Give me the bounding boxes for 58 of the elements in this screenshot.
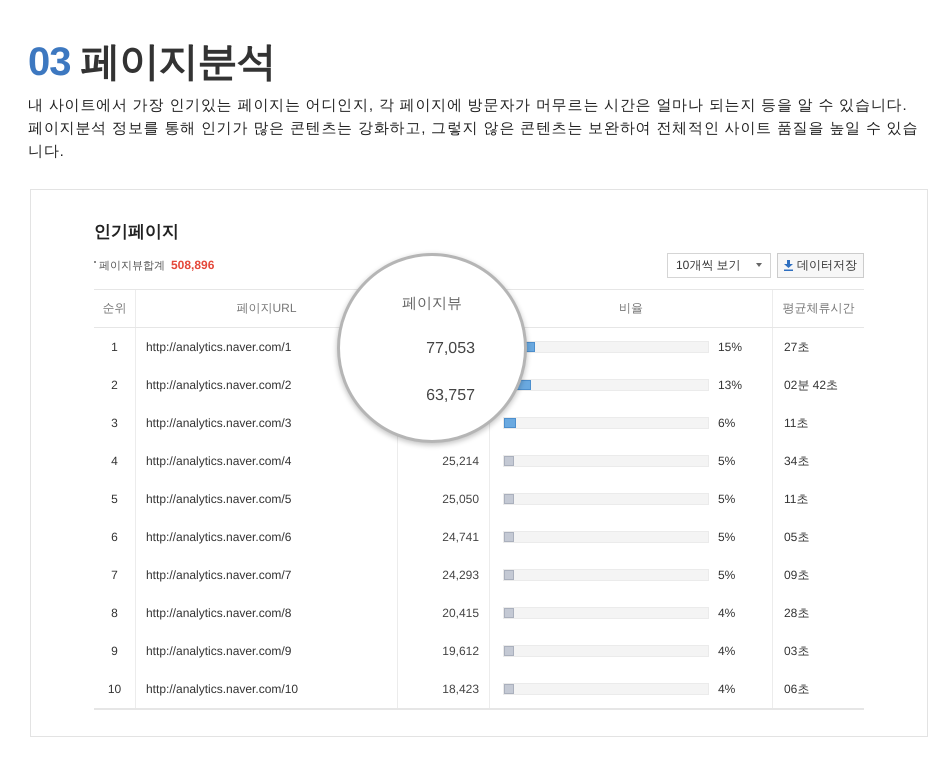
section-title: 페이지분석 bbox=[80, 39, 276, 86]
magnified-value: 77,053 bbox=[426, 340, 475, 358]
ratio-text: 5% bbox=[718, 454, 736, 468]
rank-cell: 4 bbox=[94, 442, 136, 480]
total-label: 페이지뷰합계 bbox=[99, 258, 165, 272]
ratio-text: 4% bbox=[718, 606, 736, 620]
time-cell-text: 09초 bbox=[783, 566, 810, 584]
time-cell-text: 03초 bbox=[783, 642, 810, 660]
url-cell: http://analytics.naver.com/7 bbox=[136, 556, 398, 594]
magnified-header: 페이지뷰 bbox=[401, 294, 463, 313]
section-description: 내 사이트에서 가장 인기있는 페이지는 어디인지, 각 페이지에 방문자가 머무르는 시간은 얼마나 되는지 등을 알 수 있습니다. 페이지분석 정보를 통해 인기가 많은 콘텐츠는 강화하고, 그렇지 않은 콘텐츠는 보완하여 전체적인 사이트 품질을 높일 수 있습니다. bbox=[28, 96, 920, 162]
column-header: 평균체류시간 bbox=[782, 300, 856, 317]
ratio-text: 5% bbox=[718, 492, 736, 506]
url-cell: http://analytics.naver.com/6 bbox=[136, 518, 398, 556]
save-data-button[interactable]: 데이터저장 bbox=[777, 252, 864, 278]
pageviews-cell: 24,293 bbox=[398, 556, 490, 594]
rank-cell: 10 bbox=[94, 670, 136, 708]
time-cell-text: 02분 42초 bbox=[783, 376, 840, 394]
rank-cell: 3 bbox=[94, 404, 136, 442]
total-value: 508,896 bbox=[171, 258, 214, 272]
pageviews-cell: 19,612 bbox=[398, 632, 490, 670]
url-cell: http://analytics.naver.com/4 bbox=[136, 442, 398, 480]
time-cell-text: 28초 bbox=[783, 604, 810, 622]
magnified-value: 63,757 bbox=[426, 387, 475, 405]
url-cell: http://analytics.naver.com/5 bbox=[136, 480, 398, 518]
url-cell: http://analytics.naver.com/10 bbox=[136, 670, 398, 708]
ratio-text: 6% bbox=[718, 416, 736, 430]
rank-cell: 9 bbox=[94, 632, 136, 670]
rank-cell: 1 bbox=[94, 328, 136, 366]
time-cell-text: 34초 bbox=[783, 452, 810, 470]
section-number: 03 bbox=[28, 39, 70, 86]
url-cell: http://analytics.naver.com/8 bbox=[136, 594, 398, 632]
time-cell-text: 27초 bbox=[783, 338, 810, 356]
column-header: 순위 bbox=[94, 290, 136, 327]
ratio-text: 13% bbox=[718, 378, 742, 392]
ratio-text: 5% bbox=[718, 530, 736, 544]
ratio-text: 4% bbox=[718, 682, 736, 696]
pageviews-cell: 18,423 bbox=[398, 670, 490, 708]
ratio-text: 4% bbox=[718, 644, 736, 658]
caret-icon bbox=[756, 263, 762, 267]
time-cell-text: 11초 bbox=[783, 414, 810, 432]
ratio-text: 15% bbox=[718, 340, 742, 354]
time-cell-text: 06초 bbox=[783, 680, 810, 698]
page-size-select[interactable]: 10개씩 보기 bbox=[667, 252, 771, 278]
pageviews-cell: 20,415 bbox=[398, 594, 490, 632]
time-cell-text: 05초 bbox=[783, 528, 810, 546]
pageviews-cell: 25,050 bbox=[398, 480, 490, 518]
url-cell: http://analytics.naver.com/9 bbox=[136, 632, 398, 670]
time-cell-text: 11초 bbox=[783, 490, 810, 508]
rank-cell: 5 bbox=[94, 480, 136, 518]
rank-cell: 7 bbox=[94, 556, 136, 594]
panel-title: 인기페이지 bbox=[94, 221, 180, 243]
rank-cell: 6 bbox=[94, 518, 136, 556]
rank-cell: 2 bbox=[94, 366, 136, 404]
pageviews-cell: 24,741 bbox=[398, 518, 490, 556]
rank-cell: 8 bbox=[94, 594, 136, 632]
ratio-text: 5% bbox=[718, 568, 736, 582]
download-icon bbox=[784, 260, 793, 270]
